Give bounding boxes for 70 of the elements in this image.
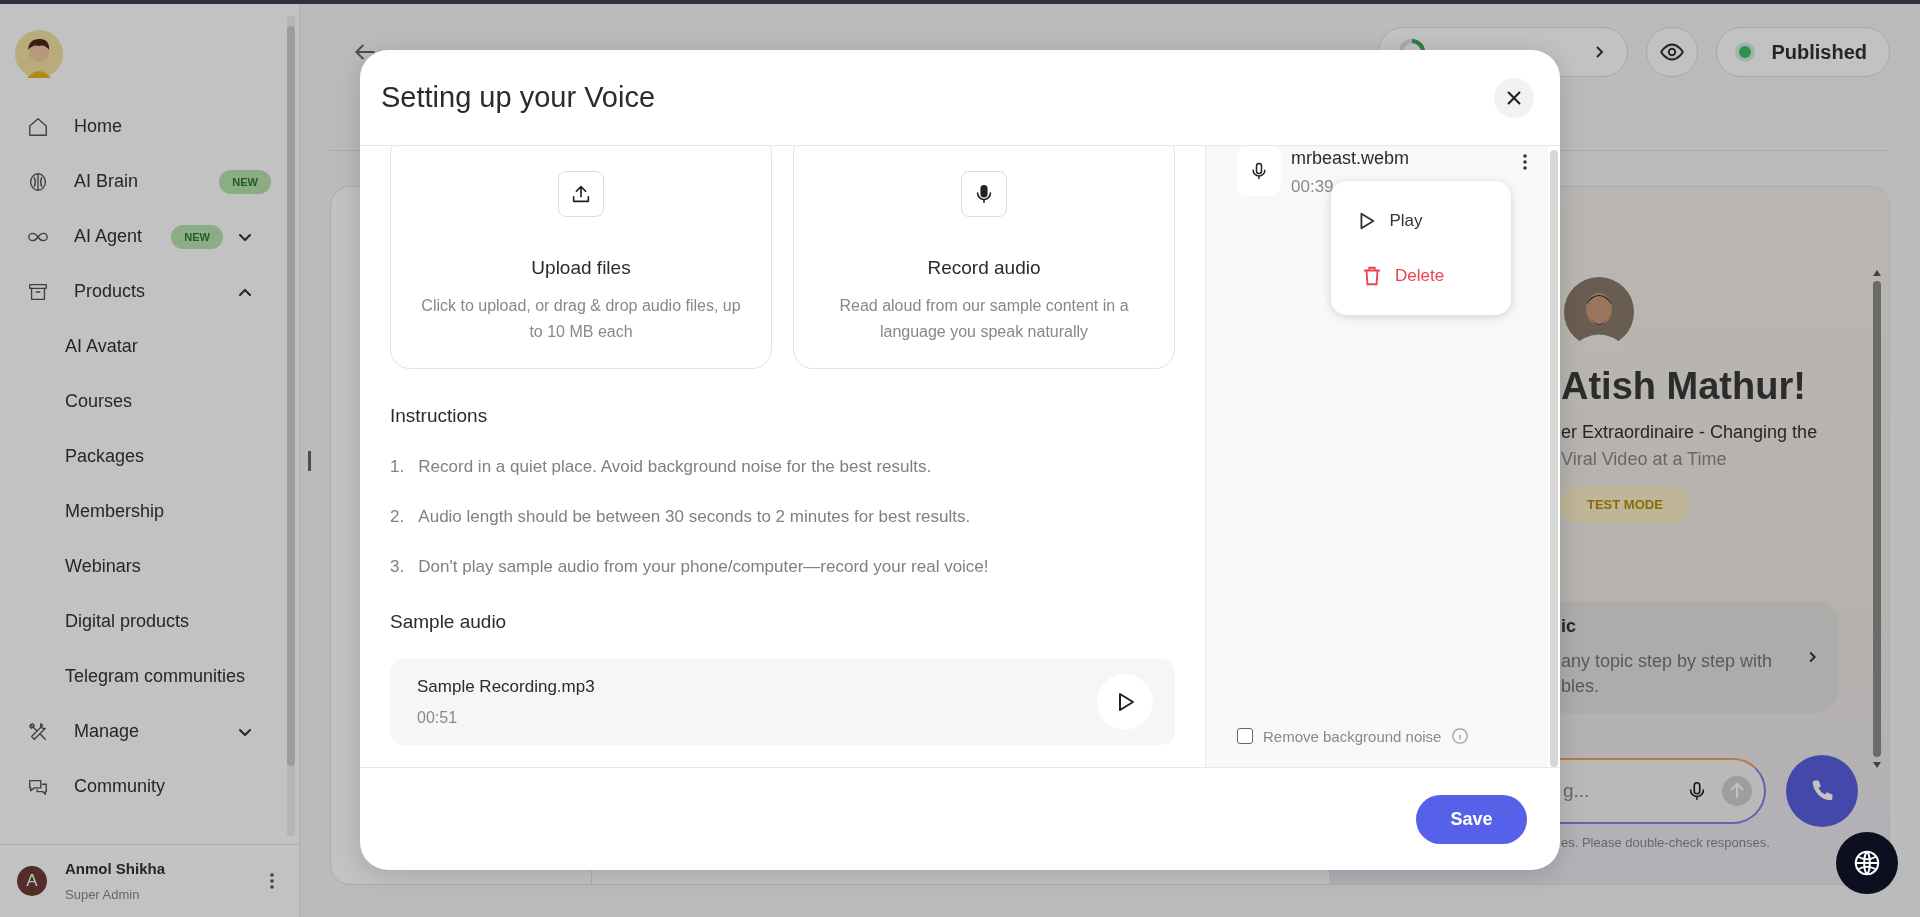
instruction-item: 3. Don't play sample audio from your phone/computer—record your real voice! — [390, 557, 989, 577]
user-name: Anmol Shikha — [65, 860, 165, 877]
scrollbar[interactable] — [1548, 146, 1560, 767]
dialog-title: Setting up your Voice — [381, 81, 657, 114]
option-title: Record audio — [927, 257, 1041, 279]
scrollbar[interactable] — [287, 16, 295, 836]
checkbox-label: Remove background noise — [1263, 727, 1442, 745]
section-heading: Instructions — [390, 405, 488, 427]
user-avatar: A — [17, 866, 47, 896]
nav-label: Products — [74, 281, 146, 302]
checkbox[interactable] — [1237, 728, 1253, 744]
brain-icon — [27, 170, 49, 193]
instruction-item: 2. Audio length should be between 30 seconds to 2 minutes for best results. — [390, 507, 971, 527]
delete-menu-item[interactable]: Delete — [1331, 248, 1511, 303]
scroll-up-icon[interactable] — [1872, 269, 1882, 277]
nav-item[interactable]: Community — [0, 759, 285, 814]
nav-label: Community — [74, 776, 166, 797]
more-icon[interactable] — [269, 871, 275, 891]
preview-button[interactable] — [1646, 27, 1699, 77]
scrollbar[interactable] — [1871, 269, 1883, 769]
info-icon[interactable] — [1451, 727, 1470, 745]
option-description: Read aloud from our sample content in a language you speak naturally — [838, 296, 1130, 342]
tools-icon — [27, 720, 49, 743]
suggestion-text: any topic step by step with — [1561, 649, 1774, 673]
trash-icon — [1361, 264, 1383, 287]
profile-tagline: er Extraordinaire - Changing the — [1561, 422, 1818, 443]
option-title: Upload files — [531, 257, 631, 279]
close-button[interactable] — [1494, 77, 1534, 118]
nav-label: AI Agent — [74, 226, 143, 247]
home-icon — [27, 115, 49, 138]
avatar-icon[interactable] — [15, 30, 63, 78]
profile-tagline: Viral Video at a Time — [1561, 449, 1727, 470]
save-button[interactable]: Save — [1416, 794, 1527, 844]
nav-subitem[interactable]: Courses — [0, 374, 139, 429]
nav-subitem[interactable]: Packages — [0, 429, 151, 484]
disclaimer-text: es. Please double-check responses. — [1561, 835, 1770, 850]
option-description: Click to upload, or drag & drop audio files, up to 10 MB each — [421, 296, 741, 342]
nav-subitem[interactable]: Membership — [0, 484, 171, 539]
upload-icon — [570, 183, 592, 205]
nav-item[interactable]: AI Agent NEW — [0, 209, 285, 264]
nav-item[interactable]: Home — [0, 99, 285, 154]
nav-label: AI Brain — [74, 171, 139, 192]
globe-icon — [1852, 848, 1882, 878]
nav-label: Manage — [74, 721, 140, 742]
close-icon — [1505, 88, 1523, 107]
status-button[interactable]: Published — [1716, 27, 1890, 77]
nav-item[interactable]: AI Brain NEW — [0, 154, 285, 209]
new-badge: NEW — [171, 224, 223, 249]
section-heading: Sample audio — [390, 611, 507, 633]
nav-subitem[interactable]: AI Avatar — [0, 319, 144, 374]
new-badge: NEW — [219, 169, 271, 194]
file-name: mrbeast.webm — [1291, 148, 1411, 169]
status-dot — [1739, 46, 1752, 58]
user-role: Super Admin — [65, 887, 141, 902]
nav-item[interactable]: Manage — [0, 704, 285, 759]
nav-subitem[interactable]: Digital products — [0, 594, 196, 649]
instruction-item: 1. Record in a quiet place. Avoid background noise for the best results. — [390, 457, 932, 477]
profile-name: Atish Mathur! — [1561, 365, 1806, 408]
more-icon[interactable] — [1522, 152, 1528, 172]
nav-subitem[interactable]: Telegram communities — [0, 649, 252, 704]
duration-text: 00:51 — [417, 709, 459, 727]
nav-subitem[interactable]: Webinars — [0, 539, 147, 594]
suggestion-text: bles. — [1561, 674, 1601, 698]
file-name: Sample Recording.mp3 — [417, 677, 596, 697]
test-mode-badge: TEST MODE — [1561, 486, 1689, 523]
nav-item[interactable]: Products — [0, 264, 285, 319]
resize-handle[interactable] — [308, 450, 311, 471]
suggestion-title: ic — [1561, 615, 1577, 637]
scroll-down-icon[interactable] — [1872, 761, 1882, 769]
nav-label: Home — [74, 116, 122, 137]
